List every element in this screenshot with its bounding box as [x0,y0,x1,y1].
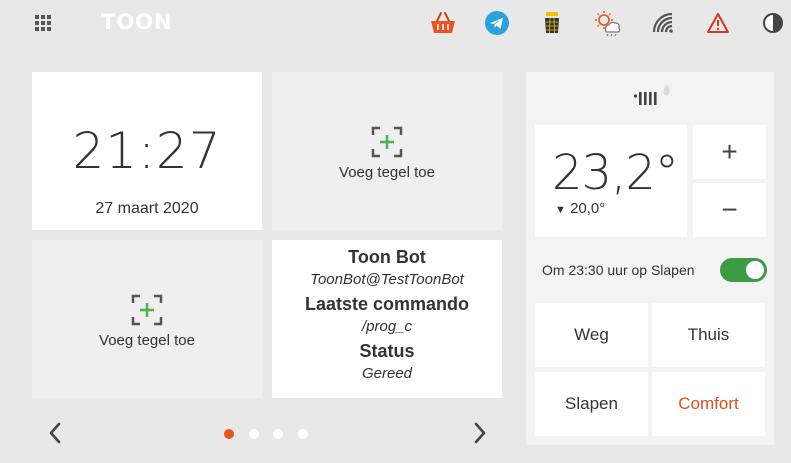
mode-button-weg[interactable]: Weg [535,303,648,367]
add-tile-icon [371,126,403,158]
increase-temperature-button[interactable]: + [693,125,766,179]
chevron-right-icon [474,422,486,444]
toon-logo: TOON [101,10,173,34]
bot-status-label: Status [359,341,415,361]
temperature-display: 23,2° ▼ 20,0° [535,125,687,237]
add-tile-icon [131,294,163,326]
setpoint-temperature: ▼ 20,0° [555,200,605,217]
triangle-down-icon: ▼ [555,204,566,216]
bot-account: ToonBot@TestToonBot [310,271,464,288]
program-toggle[interactable] [720,258,767,282]
mode-button-comfort[interactable]: Comfort [652,372,765,436]
apps-grid-icon[interactable] [35,15,51,31]
page-dot[interactable] [297,429,308,439]
next-page-button[interactable] [470,420,490,446]
bot-title: Toon Bot [348,247,426,267]
clock-date: 27 maart 2020 [95,200,199,217]
bot-last-command-label: Laatste commando [304,294,470,314]
add-tile-label: Voeg tegel toe [99,332,195,349]
page-dot[interactable] [224,429,234,439]
bot-status: Gereed [361,365,413,382]
current-temperature: 23,2° [552,145,679,201]
toon-bot-tile[interactable]: Toon Bot ToonBot@TestToonBot Laatste com… [272,240,502,398]
program-schedule-text: Om 23:30 uur op Slapen [542,262,695,278]
bot-last-command: /prog_c [361,318,413,335]
weather-icon[interactable] [594,9,622,37]
page-dot[interactable] [248,429,259,439]
setpoint-value: 20,0° [570,200,606,217]
warning-icon[interactable] [704,9,732,37]
add-tile-button[interactable]: Voeg tegel toe [32,240,262,398]
contrast-icon[interactable] [759,9,787,37]
solar-panel-icon[interactable] [538,9,566,37]
chevron-left-icon [49,422,61,444]
add-tile-label: Voeg tegel toe [339,164,435,181]
telegram-icon[interactable] [483,9,511,37]
clock-time: 21:27 [72,122,222,180]
decrease-temperature-button[interactable]: − [693,183,766,237]
mode-button-slapen[interactable]: Slapen [535,372,648,436]
previous-page-button[interactable] [45,420,65,446]
top-bar: TOON [0,0,791,46]
add-tile-button[interactable]: Voeg tegel toe [272,72,502,230]
shopping-basket-icon[interactable] [429,9,457,37]
toggle-knob [746,261,764,279]
page-indicator [224,429,322,439]
page-dot[interactable] [273,429,283,439]
mode-button-thuis[interactable]: Thuis [652,303,765,367]
heating-icon [633,82,675,113]
wifi-icon[interactable] [649,9,677,37]
clock-tile[interactable]: 21:27 27 maart 2020 [32,72,262,230]
